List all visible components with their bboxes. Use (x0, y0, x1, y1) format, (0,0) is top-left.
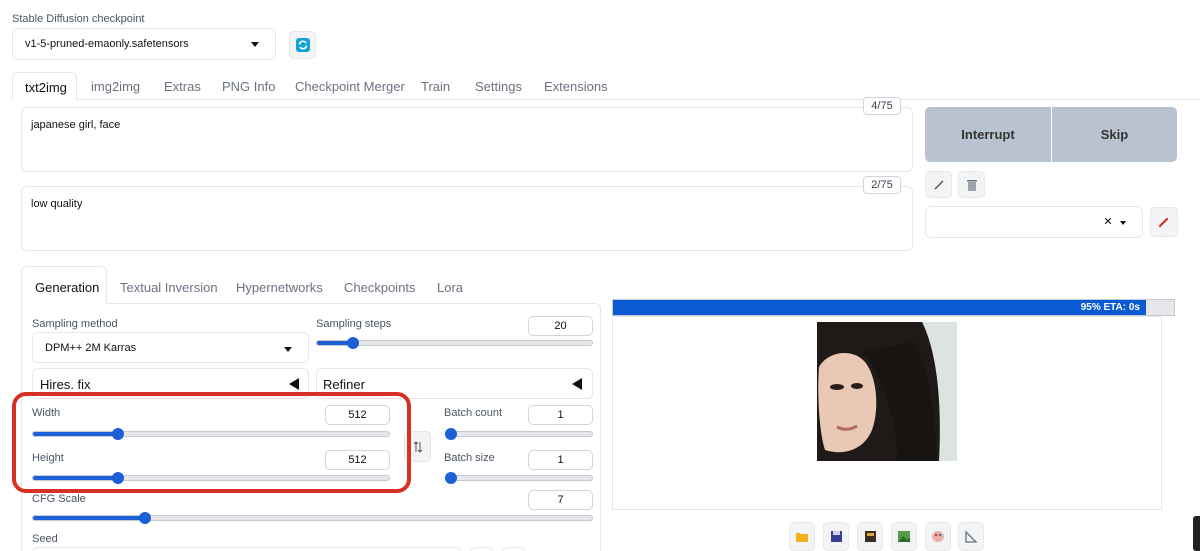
sampling-method-label: Sampling method (32, 318, 118, 330)
tab-generation[interactable]: Generation (21, 266, 107, 304)
negative-prompt-text: low quality (31, 198, 83, 210)
archive-icon (864, 531, 876, 542)
prompt-text: japanese girl, face (31, 119, 121, 131)
refiner-label: Refiner (323, 377, 365, 392)
progress-text: 95% ETA: 0s (1080, 302, 1140, 313)
checkpoint-value: v1-5-pruned-emaonly.safetensors (25, 38, 189, 50)
negative-prompt-input[interactable]: low quality (21, 186, 913, 251)
chevron-down-icon (1120, 221, 1126, 225)
prompt-token-counter: 4/75 (863, 97, 901, 115)
send-to-img2img-button[interactable] (891, 522, 917, 551)
slider-thumb[interactable] (346, 337, 359, 349)
seed-input[interactable] (32, 547, 462, 551)
cfg-scale-slider[interactable] (32, 512, 593, 524)
prompt-input[interactable]: japanese girl, face (21, 107, 913, 172)
tab-txt2img[interactable]: txt2img (12, 72, 77, 100)
tab-extras[interactable]: Extras (164, 79, 201, 94)
tab-lora[interactable]: Lora (437, 280, 463, 295)
progress-fill (613, 300, 1146, 315)
send-to-inpaint-button[interactable] (925, 522, 951, 551)
image-icon (898, 531, 910, 542)
styles-select[interactable]: ✕ (925, 206, 1143, 238)
checkpoint-select[interactable]: v1-5-pruned-emaonly.safetensors (12, 28, 276, 60)
paste-params-button[interactable] (925, 171, 952, 198)
folder-icon (796, 532, 808, 542)
tab-img2img[interactable]: img2img (91, 79, 140, 94)
batch-size-input[interactable]: 1 (528, 450, 593, 470)
batch-size-slider[interactable] (445, 472, 593, 484)
generated-image[interactable] (817, 322, 957, 461)
slider-thumb[interactable] (445, 428, 457, 440)
cfg-scale-input[interactable]: 7 (528, 490, 593, 510)
tab-png-info[interactable]: PNG Info (222, 79, 275, 94)
edit-styles-button[interactable] (1150, 207, 1178, 237)
clear-icon[interactable]: ✕ (1101, 215, 1115, 229)
tab-settings[interactable]: Settings (475, 79, 522, 94)
batch-size-label: Batch size (444, 452, 495, 464)
seed-label: Seed (32, 533, 58, 545)
random-seed-button[interactable] (470, 547, 494, 551)
tab-extensions[interactable]: Extensions (544, 79, 608, 94)
checkpoint-label: Stable Diffusion checkpoint (12, 13, 145, 25)
slider-thumb[interactable] (445, 472, 457, 484)
reuse-seed-button[interactable] (502, 547, 526, 551)
batch-count-slider[interactable] (445, 428, 593, 440)
triangle-left-icon (572, 378, 582, 390)
sampling-steps-input[interactable]: 20 (528, 316, 593, 336)
slider-thumb[interactable] (138, 512, 151, 524)
cfg-scale-label: CFG Scale (32, 493, 86, 505)
batch-count-label: Batch count (444, 407, 503, 419)
skip-button[interactable]: Skip (1052, 107, 1177, 162)
sampling-steps-slider[interactable] (316, 337, 593, 349)
refresh-button[interactable] (289, 31, 316, 59)
chevron-down-icon (284, 347, 292, 352)
chevron-down-icon (251, 42, 259, 47)
window-edge (1193, 516, 1200, 551)
sampling-method-select[interactable]: DPM++ 2M Karras (32, 332, 309, 363)
open-folder-button[interactable] (789, 522, 815, 551)
swap-arrows-icon (413, 440, 422, 453)
triangle-left-icon (289, 378, 299, 390)
interrupt-button[interactable]: Interrupt (925, 107, 1051, 162)
sampling-steps-label: Sampling steps (316, 318, 392, 330)
brush-icon (1158, 217, 1169, 228)
tab-checkpoint-merger[interactable]: Checkpoint Merger (295, 79, 405, 94)
palette-icon (932, 531, 944, 542)
save-button[interactable] (823, 522, 849, 551)
highlight-annotation (12, 392, 411, 493)
refresh-icon (295, 38, 310, 52)
tab-checkpoints[interactable]: Checkpoints (344, 280, 416, 295)
zip-button[interactable] (857, 522, 883, 551)
negative-token-counter: 2/75 (863, 176, 901, 194)
trash-icon (966, 179, 977, 191)
batch-count-input[interactable]: 1 (528, 405, 593, 425)
sampling-method-value: DPM++ 2M Karras (45, 342, 137, 354)
portrait-image (817, 322, 957, 461)
progress-bar: 95% ETA: 0s (612, 299, 1175, 316)
tab-divider (12, 99, 1200, 100)
triangle-ruler-icon (965, 530, 978, 543)
tab-train[interactable]: Train (421, 79, 450, 94)
hires-fix-label: Hires. fix (40, 377, 91, 392)
arrow-diagonal-icon (934, 180, 943, 189)
tab-textual-inversion[interactable]: Textual Inversion (120, 280, 218, 295)
clear-prompt-button[interactable] (958, 171, 985, 198)
send-to-extras-button[interactable] (958, 522, 984, 551)
tab-hypernetworks[interactable]: Hypernetworks (236, 280, 323, 295)
floppy-icon (830, 531, 842, 542)
